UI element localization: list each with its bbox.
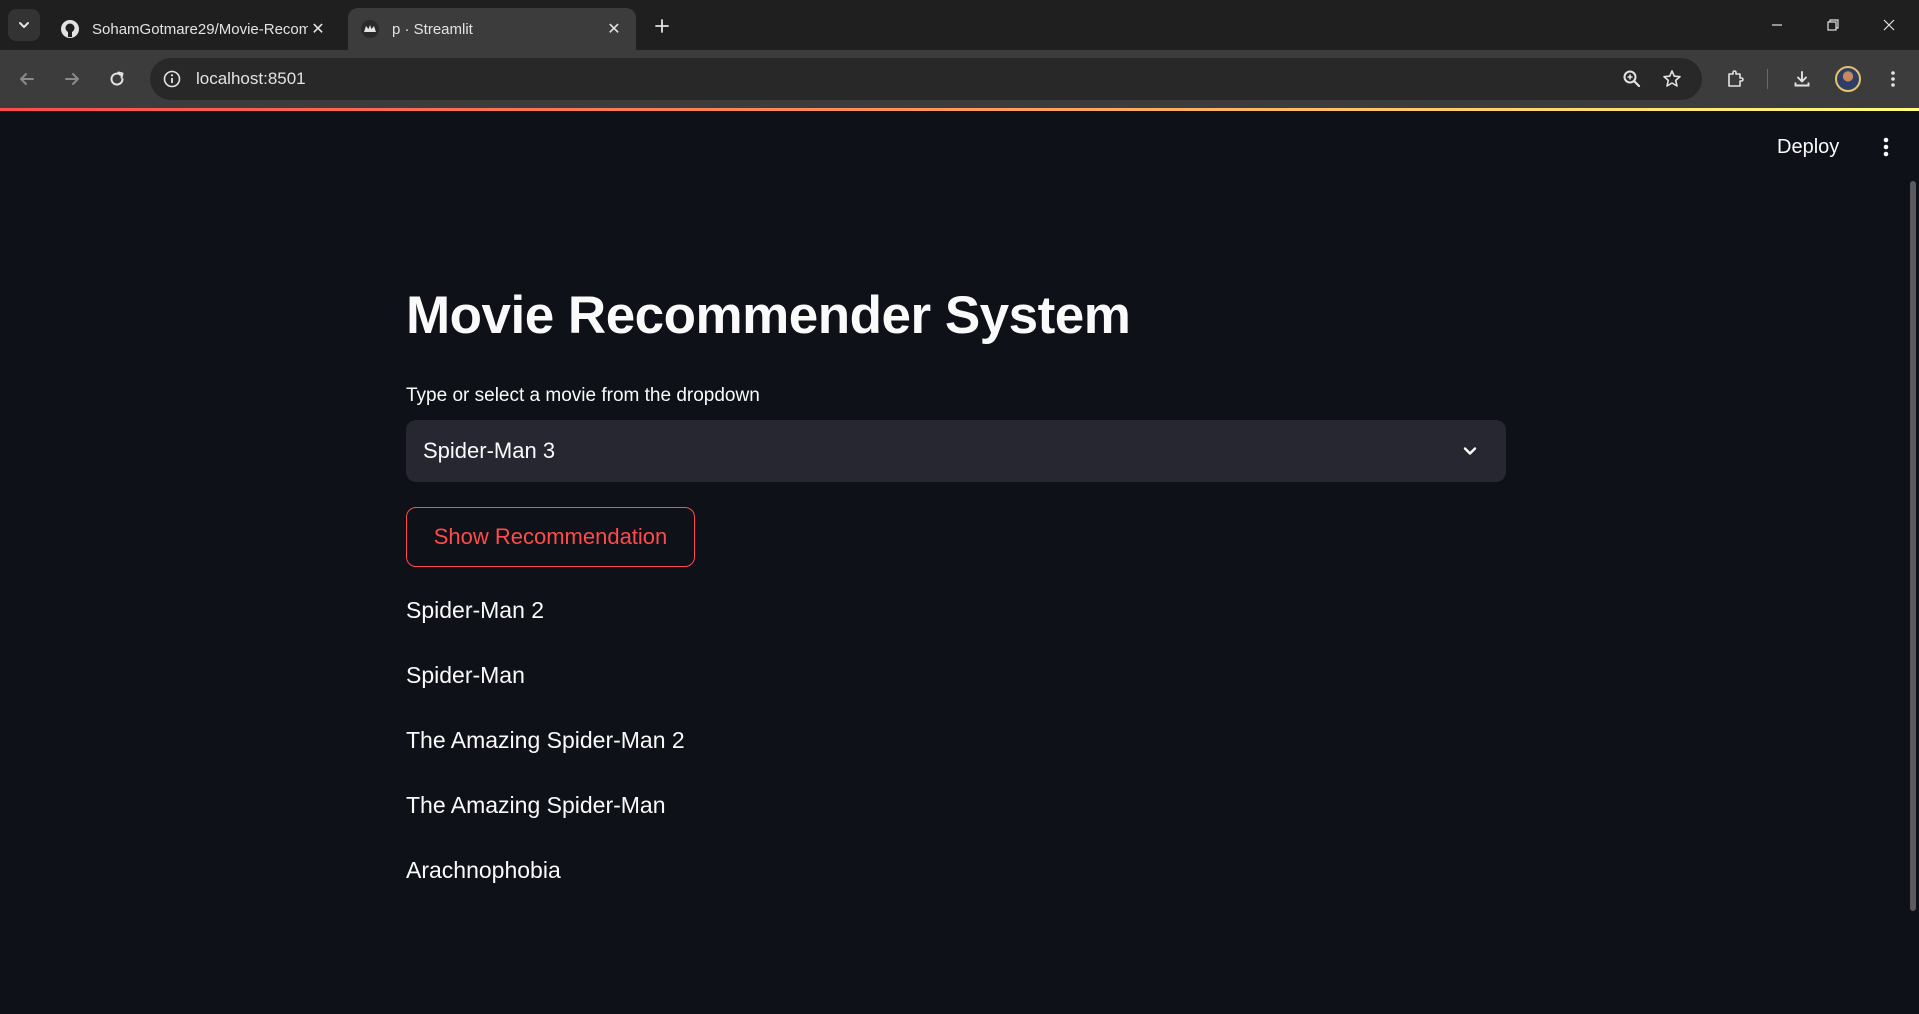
chevron-down-icon[interactable] xyxy=(1458,439,1482,463)
tab-title: p · Streamlit xyxy=(392,20,473,38)
browser-tab-github[interactable]: SohamGotmare29/Movie-Recom ✕ xyxy=(48,8,340,50)
streamlit-crown-icon xyxy=(360,19,380,39)
browser-menu-icon[interactable] xyxy=(1877,63,1909,95)
recommendation-list: Spider-Man 2 Spider-Man The Amazing Spid… xyxy=(406,597,685,922)
browser-tab-strip: SohamGotmare29/Movie-Recom ✕ p · Streaml… xyxy=(0,0,1919,50)
new-tab-button[interactable] xyxy=(648,12,676,40)
deploy-button[interactable]: Deploy xyxy=(1765,131,1851,163)
arrow-right-icon xyxy=(65,73,79,85)
address-bar[interactable]: localhost:8501 xyxy=(150,58,1702,100)
restore-icon xyxy=(1827,19,1839,31)
site-info-icon[interactable] xyxy=(160,67,184,91)
close-icon xyxy=(1883,19,1895,31)
page-scrollbar[interactable] xyxy=(1910,181,1916,911)
selected-movie: Spider-Man 3 xyxy=(423,438,556,463)
extensions-icon[interactable] xyxy=(1719,63,1751,95)
list-item: The Amazing Spider-Man 2 xyxy=(406,727,685,753)
tab-title: SohamGotmare29/Movie-Recom xyxy=(92,20,308,38)
close-window-button[interactable] xyxy=(1861,0,1917,50)
toolbar-divider xyxy=(1767,69,1768,89)
arrow-left-icon xyxy=(20,73,34,85)
github-icon xyxy=(60,19,80,39)
url-text: localhost:8501 xyxy=(196,69,306,88)
streamlit-app: Deploy Movie Recommender System Type or … xyxy=(0,111,1919,1014)
plus-icon xyxy=(655,19,669,33)
list-item: Spider-Man 2 xyxy=(406,597,545,623)
list-item: Spider-Man xyxy=(406,662,525,688)
close-tab-icon[interactable]: ✕ xyxy=(308,19,328,39)
movie-select-label: Type or select a movie from the dropdown xyxy=(406,385,760,406)
back-button[interactable] xyxy=(11,63,43,95)
tab-search-button[interactable] xyxy=(8,9,40,41)
app-menu-icon[interactable] xyxy=(1870,131,1902,163)
movie-selectbox[interactable]: Spider-Man 3 xyxy=(406,420,1506,482)
show-recommendation-button[interactable]: Show Recommendation xyxy=(406,507,695,567)
close-tab-icon[interactable]: ✕ xyxy=(604,19,624,39)
reload-icon xyxy=(110,71,124,86)
bookmark-star-icon[interactable] xyxy=(1660,67,1684,91)
minimize-icon xyxy=(1772,24,1782,26)
restore-button[interactable] xyxy=(1805,0,1861,50)
browser-toolbar: localhost:8501 xyxy=(0,50,1919,108)
chevron-down-icon xyxy=(19,22,29,28)
browser-tab-streamlit[interactable]: p · Streamlit ✕ xyxy=(348,8,636,50)
download-icon[interactable] xyxy=(1786,63,1818,95)
list-item: Arachnophobia xyxy=(406,857,561,883)
list-item: The Amazing Spider-Man xyxy=(406,792,666,818)
forward-button[interactable] xyxy=(56,63,88,95)
reload-button[interactable] xyxy=(101,63,133,95)
zoom-icon[interactable] xyxy=(1620,67,1644,91)
minimize-button[interactable] xyxy=(1749,0,1805,50)
profile-avatar[interactable] xyxy=(1835,66,1861,92)
page-title: Movie Recommender System xyxy=(406,286,1131,345)
